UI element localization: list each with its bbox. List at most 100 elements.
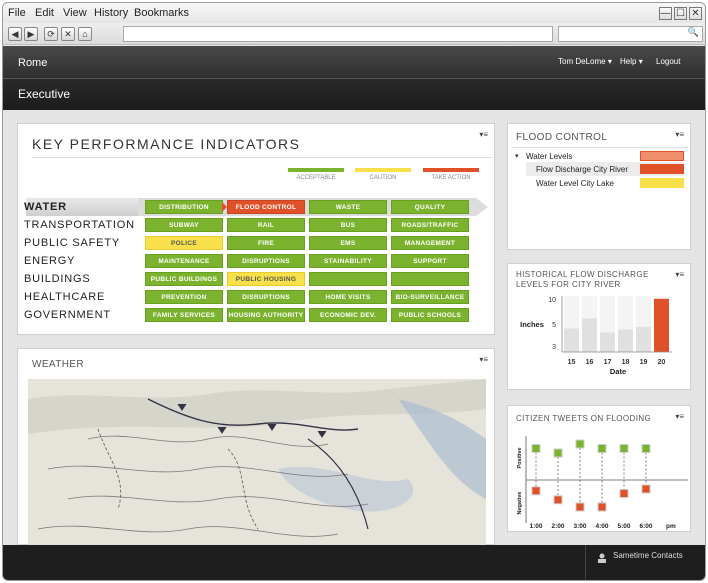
kpi-cell[interactable]: HOUSING AUTHORITY (227, 308, 305, 322)
sametime-contacts-link[interactable]: Sametime Contacts (613, 551, 683, 560)
water-levels-swatch (640, 151, 684, 161)
kpi-cell[interactable]: PREVENTION (145, 290, 223, 304)
negative-point[interactable] (597, 502, 607, 512)
collapse-caret-icon[interactable]: ▾ (515, 152, 519, 160)
search-box[interactable]: 🔍 (558, 26, 703, 42)
positive-point[interactable] (641, 444, 651, 453)
positive-point[interactable] (575, 439, 585, 449)
kpi-category-healthcare[interactable]: HEALTHCARE (24, 291, 105, 303)
negative-point[interactable] (641, 484, 651, 494)
kpi-cell[interactable]: BIO-SURVEILLANCE (391, 290, 469, 304)
menu-bookmarks[interactable]: Bookmarks (134, 7, 189, 19)
minimize-button[interactable]: — (659, 7, 672, 20)
negative-point[interactable] (619, 489, 629, 498)
search-icon[interactable]: 🔍 (688, 27, 699, 38)
reload-button[interactable]: ⟳ (44, 27, 58, 41)
tree-item-water-level-lake[interactable]: Water Level City Lake (536, 179, 614, 188)
stop-button[interactable]: ✕ (61, 27, 75, 41)
kpi-cell[interactable]: FLOOD CONTROL (227, 200, 305, 214)
kpi-cell[interactable]: FIRE (227, 236, 305, 250)
panel-menu-icon[interactable]: ▾≡ (479, 355, 488, 364)
kpi-cell[interactable] (391, 272, 469, 286)
positive-point[interactable] (597, 444, 607, 453)
kpi-cell[interactable]: RAIL (227, 218, 305, 232)
kpi-cell[interactable]: POLICE (145, 236, 223, 250)
bar-19[interactable] (636, 326, 651, 352)
bar-18[interactable] (618, 329, 633, 352)
location-label: Rome (18, 57, 48, 69)
kpi-category-energy[interactable]: ENERGY (24, 255, 75, 267)
kpi-cell[interactable]: MAINTENANCE (145, 254, 223, 268)
bar-15[interactable] (564, 328, 579, 352)
user-name: Tom DeLome (558, 57, 606, 66)
kpi-category-transportation[interactable]: TRANSPORTATION (24, 219, 135, 231)
kpi-cell[interactable]: SUPPORT (391, 254, 469, 268)
tree-item-flow-discharge[interactable]: Flow Discharge City River (536, 165, 628, 174)
kpi-cell[interactable]: PUBLIC HOUSING (227, 272, 305, 286)
tweets-title: CITIZEN TWEETS ON FLOODING (516, 414, 652, 423)
positive-point[interactable] (553, 448, 563, 458)
kpi-cell[interactable]: EMS (309, 236, 387, 250)
kpi-cell[interactable]: MANAGEMENT (391, 236, 469, 250)
maximize-button[interactable]: ☐ (674, 7, 687, 20)
historical-title-line2: LEVELS FOR CITY RIVER (516, 280, 621, 289)
x-tick-label: 1:00 (529, 523, 542, 530)
positive-point[interactable] (619, 444, 629, 453)
menu-history[interactable]: History (94, 7, 128, 19)
home-button[interactable]: ⌂ (78, 27, 92, 41)
tree-item-water-levels[interactable]: Water Levels (526, 152, 572, 161)
kpi-cell[interactable]: PUBLIC BUILDINGS (145, 272, 223, 286)
bar-17[interactable] (600, 332, 615, 352)
kpi-cell[interactable]: WASTE (309, 200, 387, 214)
kpi-category-public-safety[interactable]: PUBLIC SAFETY (24, 237, 120, 249)
user-menu[interactable]: Tom DeLome ▾ (558, 57, 612, 66)
kpi-cell[interactable]: QUALITY (391, 200, 469, 214)
panel-menu-icon[interactable]: ▾≡ (675, 130, 684, 139)
forward-button[interactable]: ▶ (24, 27, 38, 41)
menu-file[interactable]: File (8, 7, 26, 19)
kpi-cell[interactable]: FAMILY SERVICES (145, 308, 223, 322)
x-axis-label: Date (610, 367, 626, 376)
kpi-category-water[interactable]: WATER (24, 201, 67, 213)
navigation-bar: ◀ ▶ ⟳ ✕ ⌂ 🔍 (3, 23, 705, 45)
kpi-cell[interactable]: ROADS/TRAFFIC (391, 218, 469, 232)
back-button[interactable]: ◀ (8, 27, 22, 41)
app-header: Rome Tom DeLome ▾ Help ▾ Logout (3, 46, 705, 78)
logout-link[interactable]: Logout (656, 57, 680, 66)
menu-edit[interactable]: Edit (35, 7, 54, 19)
kpi-cell[interactable]: SUBWAY (145, 218, 223, 232)
y-tick-label: 5 (552, 322, 556, 329)
divider (32, 157, 492, 158)
weather-map[interactable] (28, 379, 486, 546)
tweets-chart: Positive Negative 1:00 2:00 3:00 4:00 5:00 6:00… (517, 436, 688, 530)
page-title-bar: Executive (3, 78, 705, 110)
kpi-category-government[interactable]: GOVERNMENT (24, 309, 111, 321)
negative-point[interactable] (553, 495, 563, 505)
panel-menu-icon[interactable]: ▾≡ (479, 130, 488, 139)
panel-menu-icon[interactable]: ▾≡ (675, 270, 684, 279)
kpi-cell[interactable]: DISTRIBUTION (145, 200, 223, 214)
address-bar[interactable] (123, 26, 553, 42)
close-window-button[interactable]: ✕ (689, 7, 702, 20)
kpi-cell[interactable]: HOME VISITS (309, 290, 387, 304)
contacts-icon (597, 550, 607, 563)
x-tick-label: 6:00 (639, 523, 652, 530)
kpi-cell[interactable]: DISRUPTIONS (227, 254, 305, 268)
positive-point[interactable] (531, 444, 541, 453)
y-tick-label: 3 (552, 344, 556, 351)
kpi-cell[interactable]: ECONOMIC DEV. (309, 308, 387, 322)
kpi-cell[interactable]: BUS (309, 218, 387, 232)
kpi-cell[interactable]: STAINABILITY (309, 254, 387, 268)
help-menu[interactable]: Help ▾ (620, 57, 643, 66)
legend-label: ACCEPTABLE (296, 175, 336, 181)
panel-menu-icon[interactable]: ▾≡ (675, 412, 684, 421)
kpi-category-buildings[interactable]: BUILDINGS (24, 273, 91, 285)
kpi-cell[interactable]: PUBLIC SCHOOLS (391, 308, 469, 322)
bar-16[interactable] (582, 318, 597, 352)
menu-view[interactable]: View (63, 7, 87, 19)
negative-point[interactable] (531, 486, 541, 496)
bar-20[interactable] (654, 298, 669, 352)
kpi-cell[interactable]: DISRUPTIONS (227, 290, 305, 304)
negative-point[interactable] (575, 502, 585, 512)
kpi-cell[interactable] (309, 272, 387, 286)
